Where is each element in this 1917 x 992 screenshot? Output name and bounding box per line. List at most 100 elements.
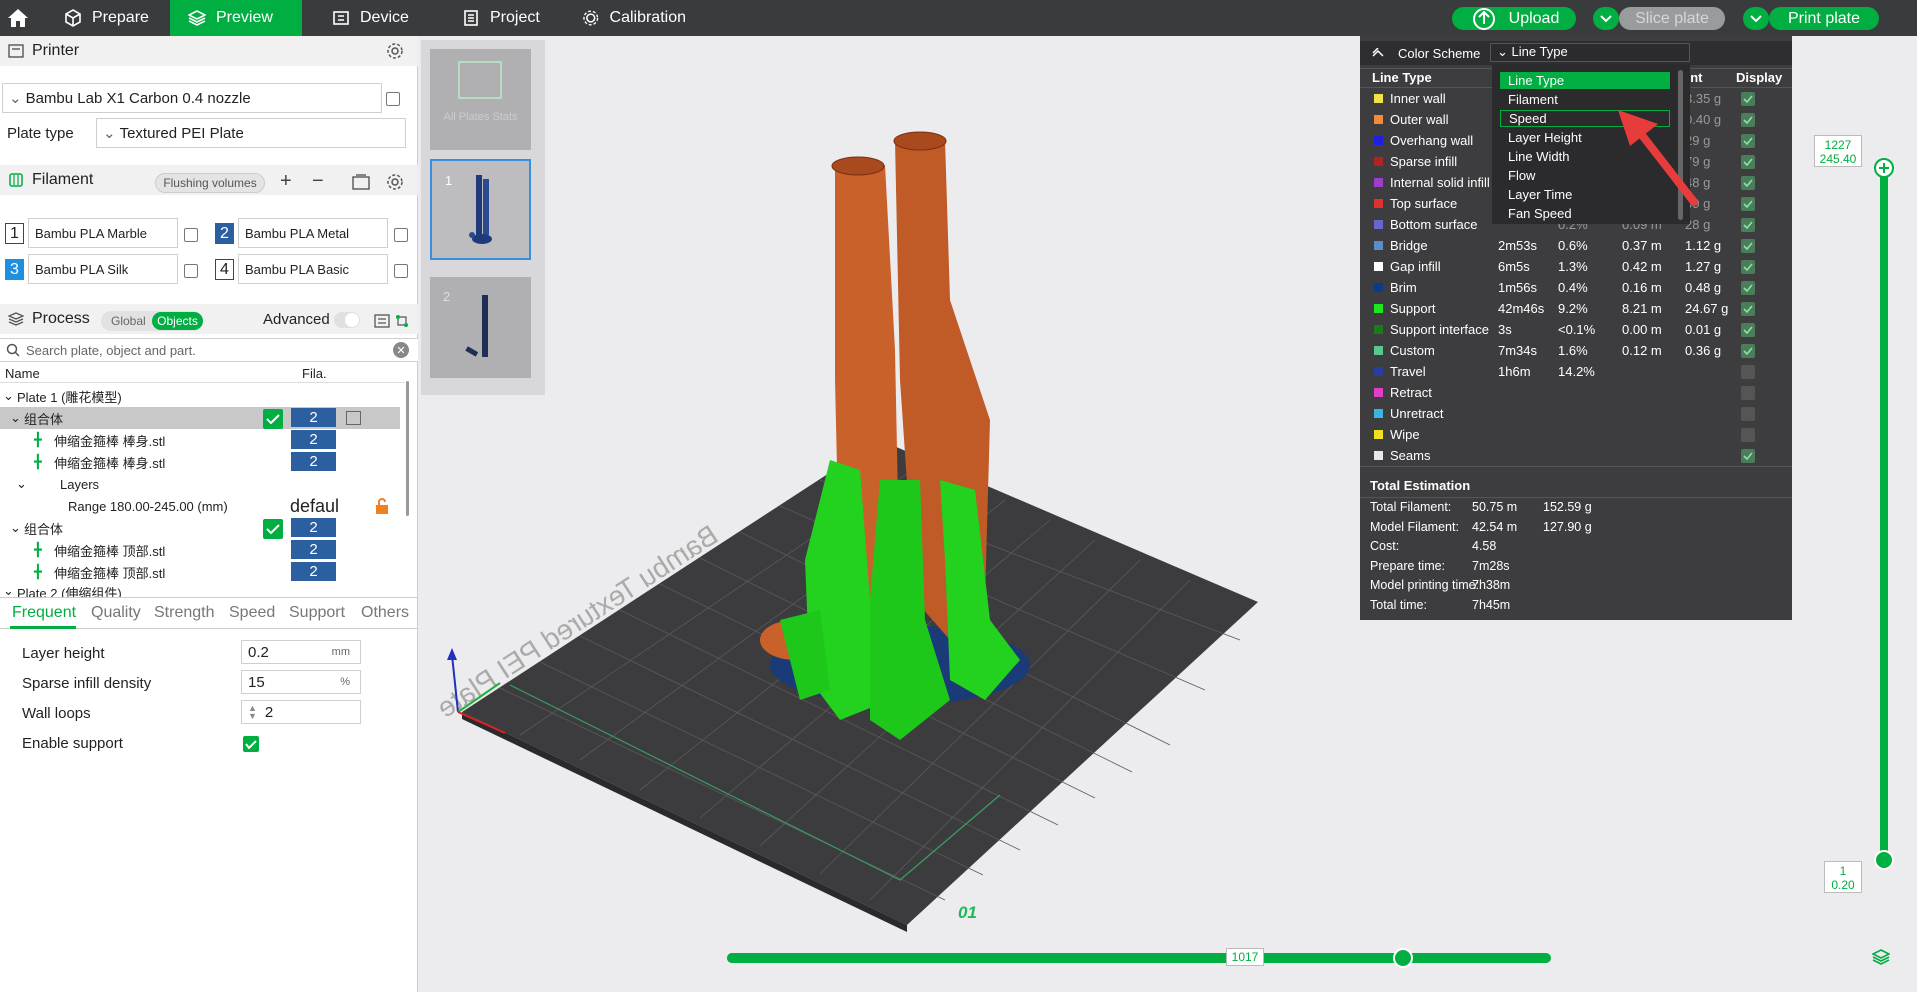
- print-dropdown-button[interactable]: [1743, 7, 1769, 30]
- display-toggle-checkbox[interactable]: [1741, 133, 1755, 148]
- filament-4-swatch[interactable]: 4: [215, 259, 234, 280]
- upload-button[interactable]: Upload: [1452, 7, 1576, 30]
- expand-icon[interactable]: ⌄: [3, 583, 17, 597]
- tree-row-group1[interactable]: ⌄ 组合体: [0, 407, 400, 429]
- group2-visible-checkbox[interactable]: [263, 519, 283, 539]
- display-toggle-checkbox[interactable]: [1741, 301, 1755, 316]
- list-icon[interactable]: [374, 313, 390, 329]
- expand-icon[interactable]: ⌄: [3, 388, 17, 404]
- clear-search-icon[interactable]: ✕: [393, 342, 409, 358]
- tree-row-part4[interactable]: ╋ 伸缩金箍棒 顶部.stl: [0, 561, 400, 583]
- tab-preview[interactable]: Preview: [170, 0, 302, 36]
- tab-frequent[interactable]: Frequent: [12, 604, 76, 622]
- tab-project[interactable]: Project: [444, 0, 568, 36]
- display-toggle-checkbox[interactable]: [1741, 280, 1755, 295]
- tree-row-part2[interactable]: ╋ 伸缩金箍棒 棒身.stl: [0, 451, 400, 473]
- flushing-volumes-button[interactable]: Flushing volumes: [155, 173, 265, 193]
- slider-bottom-handle[interactable]: [1874, 850, 1894, 870]
- tab-strength[interactable]: Strength: [154, 604, 214, 622]
- collapse-icon[interactable]: [1372, 48, 1384, 57]
- tab-others[interactable]: Others: [361, 604, 409, 622]
- group1-fila[interactable]: 2: [291, 408, 336, 427]
- filament-3-select[interactable]: Bambu PLA Silk: [28, 254, 178, 284]
- model-scene[interactable]: Bambu Textured PEI Plate 01: [440, 120, 1290, 940]
- enable-support-checkbox[interactable]: [243, 736, 259, 752]
- edit-icon[interactable]: [394, 264, 408, 278]
- plate-type-select[interactable]: ⌄ Textured PEI Plate: [96, 118, 406, 148]
- filament-1-select[interactable]: Bambu PLA Marble: [28, 218, 178, 248]
- move-slider-handle[interactable]: [1392, 948, 1413, 968]
- tree-row-part1[interactable]: ╋ 伸缩金箍棒 棒身.stl: [0, 429, 400, 451]
- filament-1-swatch[interactable]: 1: [5, 223, 24, 244]
- compare-icon[interactable]: [394, 313, 410, 329]
- sync-filament-icon[interactable]: [352, 174, 370, 190]
- part2-fila[interactable]: 2: [291, 452, 336, 471]
- printer-preset-select[interactable]: ⌄ Bambu Lab X1 Carbon 0.4 nozzle: [2, 83, 382, 113]
- filament-4-select[interactable]: Bambu PLA Basic: [238, 254, 388, 284]
- tree-row-plate1[interactable]: ⌄ Plate 1 (雕花模型): [0, 385, 400, 407]
- display-toggle-checkbox[interactable]: [1741, 427, 1755, 442]
- display-toggle-checkbox[interactable]: [1741, 259, 1755, 274]
- tab-quality[interactable]: Quality: [91, 604, 141, 622]
- display-toggle-checkbox[interactable]: [1741, 238, 1755, 253]
- stepper-arrows-icon[interactable]: ▲ ▼: [248, 704, 257, 721]
- part4-fila[interactable]: 2: [291, 562, 336, 581]
- objects-toggle-label[interactable]: Objects: [152, 312, 203, 330]
- tree-row-part3[interactable]: ╋ 伸缩金箍棒 顶部.stl: [0, 539, 400, 561]
- tab-calibration[interactable]: Calibration: [564, 0, 704, 36]
- expand-icon[interactable]: ⌄: [10, 410, 24, 426]
- layer-height-input[interactable]: 0.2 mm: [241, 640, 361, 664]
- display-toggle-checkbox[interactable]: [1741, 343, 1755, 358]
- tab-support[interactable]: Support: [289, 604, 345, 622]
- group1-visible-checkbox[interactable]: [263, 409, 283, 429]
- add-filament-icon[interactable]: +: [280, 170, 292, 193]
- tree-row-group2[interactable]: ⌄ 组合体: [0, 517, 400, 539]
- display-toggle-checkbox[interactable]: [1741, 112, 1755, 127]
- tab-speed[interactable]: Speed: [229, 604, 275, 622]
- display-toggle-checkbox[interactable]: [1741, 364, 1755, 379]
- wall-loops-stepper[interactable]: ▲ ▼ 2: [241, 700, 361, 724]
- display-toggle-checkbox[interactable]: [1741, 448, 1755, 463]
- tree-row-layers[interactable]: ⌄ Layers: [0, 473, 400, 495]
- expand-icon[interactable]: ⌄: [10, 520, 24, 536]
- range-fila[interactable]: defaul: [290, 496, 340, 517]
- slice-dropdown-button[interactable]: [1593, 7, 1619, 30]
- global-toggle-label[interactable]: Global: [111, 314, 146, 328]
- move-slider[interactable]: [727, 953, 1551, 963]
- display-toggle-checkbox[interactable]: [1741, 196, 1755, 211]
- home-icon[interactable]: [0, 0, 36, 36]
- object-search-input[interactable]: Search plate, object and part.: [0, 338, 418, 362]
- dropdown-item-filament[interactable]: Filament: [1500, 91, 1670, 108]
- display-toggle-checkbox[interactable]: [1741, 217, 1755, 232]
- filament-settings-gear-icon[interactable]: [386, 173, 404, 191]
- edit-icon[interactable]: [184, 228, 198, 242]
- display-toggle-checkbox[interactable]: [1741, 91, 1755, 106]
- display-toggle-checkbox[interactable]: [1741, 154, 1755, 169]
- tree-row-plate2[interactable]: ⌄ Plate 2 (伸缩组件): [0, 583, 400, 597]
- slice-plate-button[interactable]: Slice plate: [1619, 7, 1725, 30]
- expand-icon[interactable]: ⌄: [16, 476, 60, 492]
- lock-icon[interactable]: [374, 497, 390, 515]
- slider-top-handle[interactable]: [1874, 158, 1894, 178]
- display-toggle-checkbox[interactable]: [1741, 322, 1755, 337]
- part1-fila[interactable]: 2: [291, 430, 336, 449]
- remove-filament-icon[interactable]: −: [312, 170, 324, 193]
- advanced-toggle[interactable]: [334, 312, 360, 328]
- tree-scrollbar[interactable]: [406, 381, 409, 516]
- group1-settings-icon[interactable]: [346, 411, 361, 425]
- edit-icon[interactable]: [184, 264, 198, 278]
- layer-range-slider[interactable]: [1880, 168, 1888, 860]
- display-toggle-checkbox[interactable]: [1741, 175, 1755, 190]
- group2-fila[interactable]: 2: [291, 518, 336, 537]
- sparse-infill-input[interactable]: 15 %: [241, 670, 361, 694]
- filament-2-select[interactable]: Bambu PLA Metal: [238, 218, 388, 248]
- print-plate-button[interactable]: Print plate: [1769, 7, 1879, 30]
- printer-settings-gear-icon[interactable]: [386, 42, 404, 60]
- tab-device[interactable]: Device: [314, 0, 434, 36]
- edit-icon[interactable]: [386, 92, 400, 106]
- dropdown-item-line-type[interactable]: Line Type: [1500, 72, 1670, 89]
- display-toggle-checkbox[interactable]: [1741, 406, 1755, 421]
- edit-icon[interactable]: [394, 228, 408, 242]
- filament-3-swatch[interactable]: 3: [5, 259, 24, 280]
- part3-fila[interactable]: 2: [291, 540, 336, 559]
